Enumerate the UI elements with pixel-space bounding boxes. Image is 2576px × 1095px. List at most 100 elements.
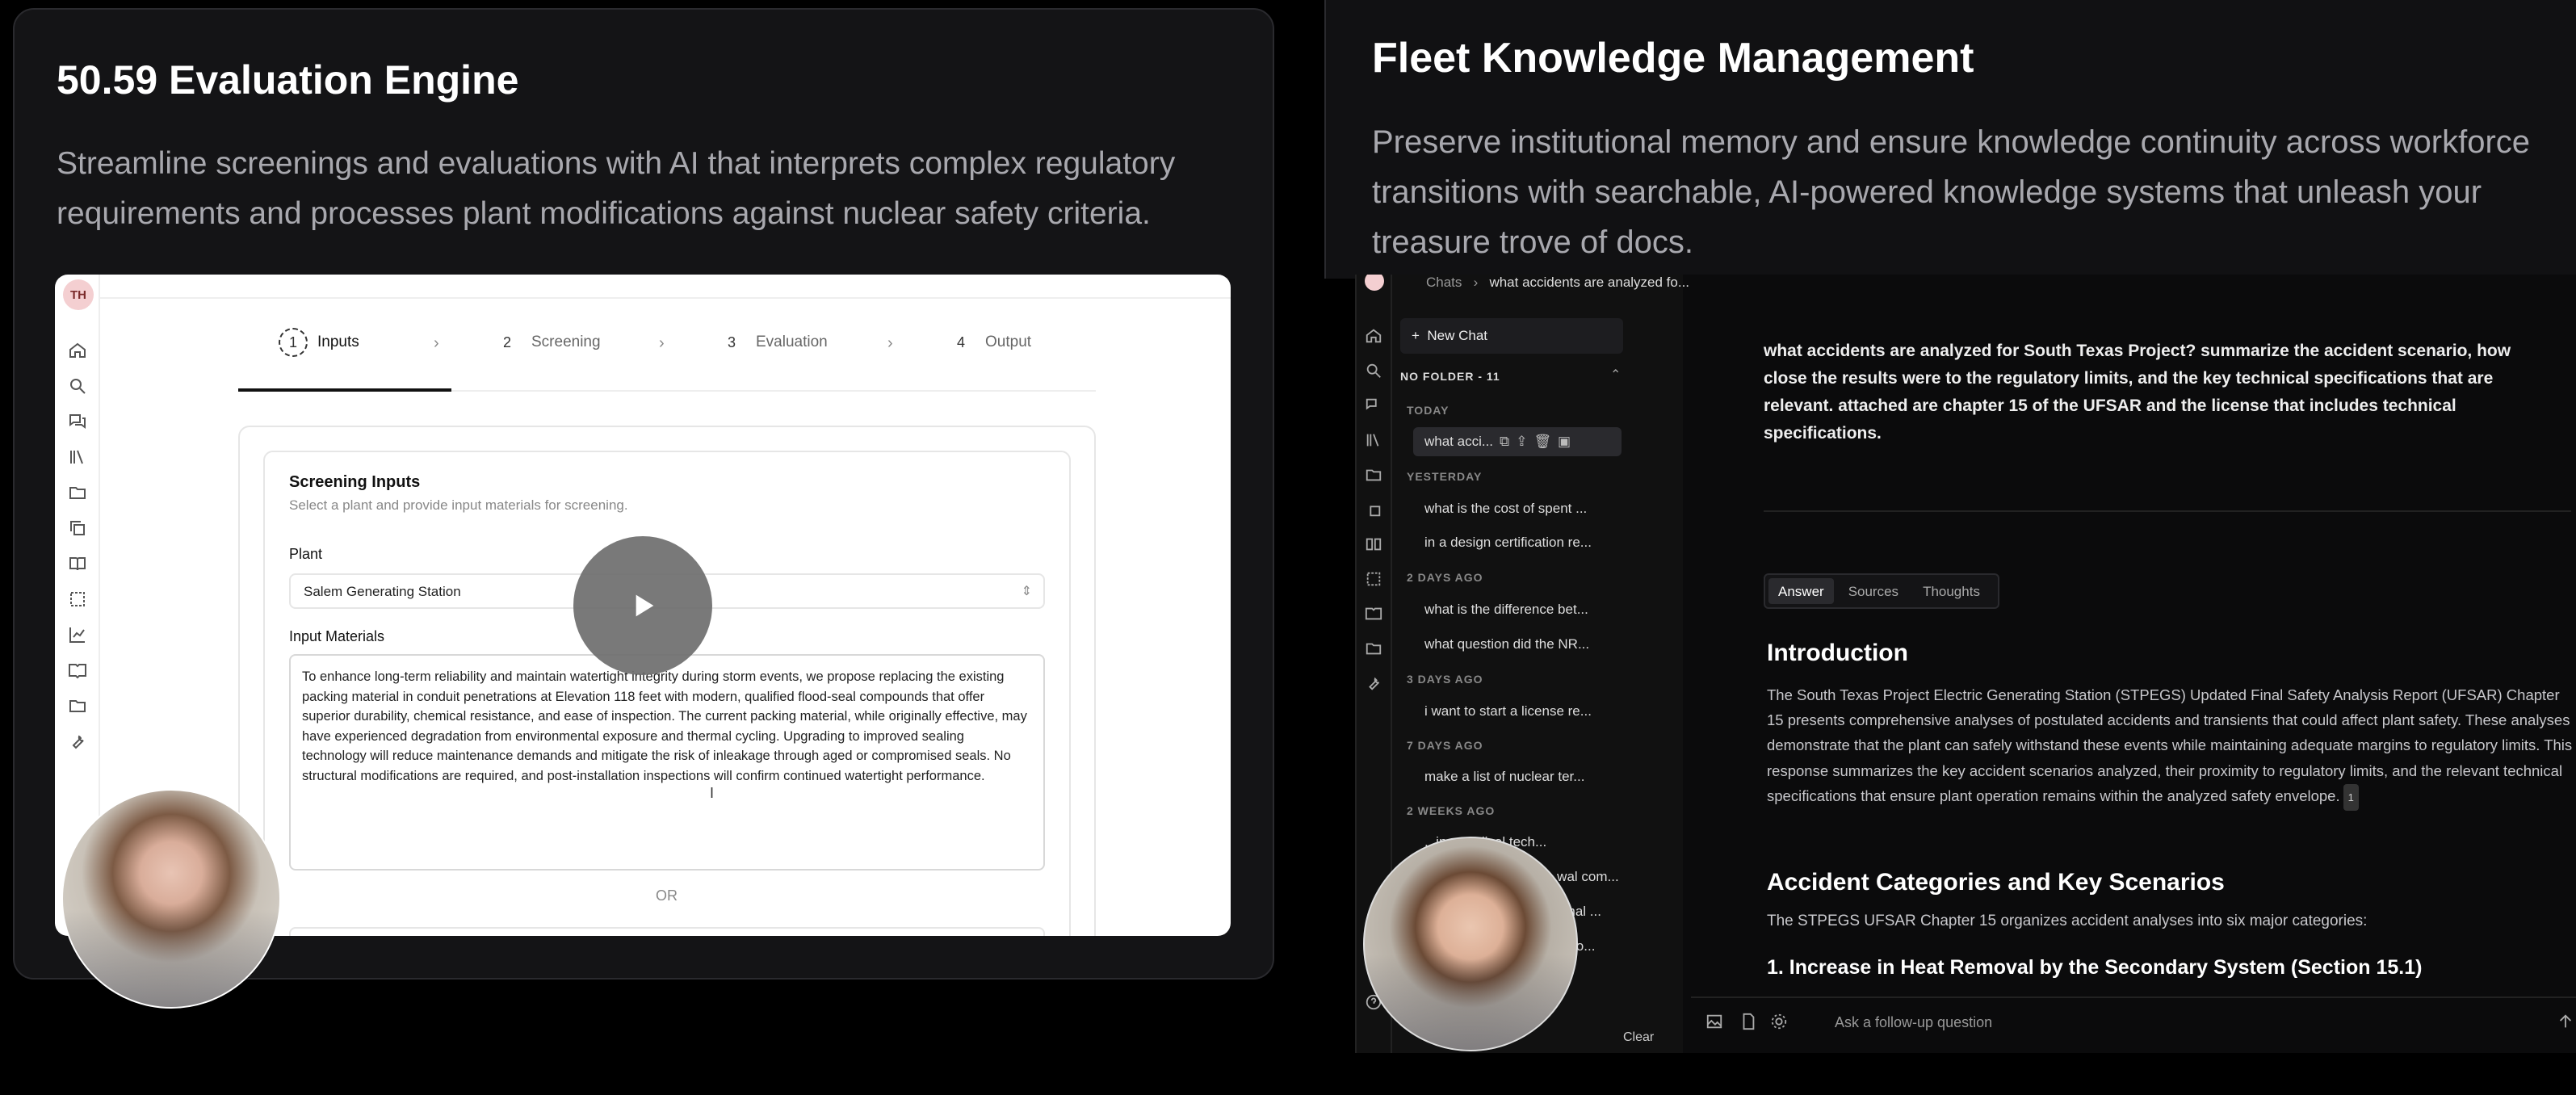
- share-icon[interactable]: ⇪: [1516, 434, 1527, 450]
- group-label: 2 WEEKS AGO: [1407, 804, 1496, 817]
- avatar[interactable]: TH: [63, 279, 94, 310]
- clear-button[interactable]: Clear: [1623, 1030, 1654, 1045]
- wrench-icon[interactable]: [1365, 674, 1382, 692]
- open-book-icon[interactable]: [68, 661, 87, 680]
- library-icon[interactable]: [1365, 431, 1382, 449]
- text-cursor-icon: I: [710, 785, 715, 801]
- step-label: Inputs: [317, 334, 359, 350]
- or-divider-label: OR: [656, 887, 678, 904]
- step-number: 1: [279, 328, 308, 357]
- home-icon[interactable]: [1365, 327, 1382, 345]
- folder-open-icon[interactable]: [1365, 640, 1382, 657]
- new-chat-label: New Chat: [1427, 328, 1488, 343]
- group-label: YESTERDAY: [1407, 470, 1483, 483]
- copy-icon[interactable]: [68, 518, 87, 538]
- step-evaluation[interactable]: 3 Evaluation: [717, 328, 828, 357]
- book-icon[interactable]: [1365, 535, 1382, 553]
- library-icon[interactable]: [68, 447, 87, 467]
- citation-badge[interactable]: 1: [2343, 783, 2359, 812]
- chat-item-selected[interactable]: what acci... ⧉ ⇪ 🗑 ▣: [1413, 427, 1622, 456]
- top-divider: [100, 297, 1231, 299]
- card-subtitle: Select a plant and provide input materia…: [289, 497, 628, 513]
- scan-icon[interactable]: [1365, 570, 1382, 588]
- chat-item-label: what acci...: [1424, 434, 1494, 449]
- folder-icon[interactable]: [68, 483, 87, 502]
- group-label: TODAY: [1407, 404, 1450, 417]
- right-panel-description: Preserve institutional memory and ensure…: [1372, 124, 2531, 260]
- step-screening[interactable]: 2 Screening: [493, 328, 601, 357]
- folder-icon[interactable]: [1365, 466, 1382, 484]
- step-label: Evaluation: [756, 334, 828, 350]
- left-panel-description: Streamline screenings and evaluations wi…: [57, 146, 1176, 231]
- answer-tabs: Answer Sources Thoughts: [1764, 573, 1999, 609]
- tab-answer[interactable]: Answer: [1768, 578, 1834, 604]
- trash-icon[interactable]: 🗑: [1533, 434, 1551, 450]
- tab-sources[interactable]: Sources: [1839, 578, 1908, 604]
- section-heading-introduction: Introduction: [1767, 640, 1908, 666]
- home-icon[interactable]: [68, 341, 87, 360]
- chat-item[interactable]: what question did the NR...: [1424, 636, 1589, 652]
- categories-paragraph: The STPEGS UFSAR Chapter 15 organizes ac…: [1767, 912, 2368, 929]
- wrench-icon[interactable]: [68, 732, 87, 751]
- folder-header[interactable]: NO FOLDER - 11: [1400, 370, 1500, 383]
- folder-open-icon[interactable]: [68, 696, 87, 715]
- breadcrumb-root[interactable]: Chats: [1426, 275, 1462, 290]
- play-button[interactable]: [573, 536, 712, 675]
- chat-item[interactable]: what is the difference bet...: [1424, 602, 1588, 618]
- chevron-right-icon: ›: [659, 334, 665, 352]
- settings-icon[interactable]: [1770, 1013, 1788, 1030]
- card-title: Screening Inputs: [289, 473, 421, 491]
- copy-icon[interactable]: [1365, 501, 1382, 518]
- avatar[interactable]: [1365, 275, 1384, 291]
- step-inputs[interactable]: 1 Inputs: [279, 328, 359, 357]
- tab-thoughts[interactable]: Thoughts: [1913, 578, 1990, 604]
- breadcrumb-separator: ›: [1473, 275, 1479, 290]
- follow-up-input[interactable]: Ask a follow-up question: [1835, 1014, 1992, 1031]
- group-label: 7 DAYS AGO: [1407, 739, 1483, 752]
- search-icon[interactable]: [1365, 362, 1382, 380]
- chat-item[interactable]: i want to start a license re...: [1424, 703, 1592, 720]
- chevron-up-icon[interactable]: ⌃: [1610, 367, 1621, 383]
- introduction-text: The South Texas Project Electric Generat…: [1767, 686, 2573, 804]
- presenter-webcam-left: [61, 789, 281, 1009]
- book-icon[interactable]: [68, 554, 87, 573]
- chart-icon[interactable]: [68, 625, 87, 644]
- chat-main: what accidents are analyzed for South Te…: [1683, 275, 2576, 1053]
- stepper-active-indicator: [238, 388, 451, 392]
- input-materials-textarea[interactable]: To enhance long-term reliability and mai…: [289, 654, 1045, 871]
- scan-icon[interactable]: [68, 589, 87, 609]
- plant-select-value: Salem Generating Station: [304, 584, 461, 599]
- chevron-right-icon: ›: [434, 334, 439, 352]
- chat-item[interactable]: what is the cost of spent ...: [1424, 501, 1587, 517]
- move-folder-icon[interactable]: ⧉: [1500, 434, 1509, 450]
- image-attach-icon[interactable]: [1705, 1013, 1723, 1030]
- step-label: Output: [985, 334, 1032, 350]
- search-icon[interactable]: [68, 376, 87, 396]
- open-book-icon[interactable]: [1365, 605, 1382, 623]
- follow-up-bar: [1691, 996, 2576, 1043]
- introduction-paragraph: The South Texas Project Electric Generat…: [1767, 682, 2574, 812]
- step-number: 4: [956, 334, 965, 350]
- chat-item[interactable]: in a design certification re...: [1424, 535, 1592, 551]
- chats-icon[interactable]: [68, 412, 87, 431]
- chats-icon[interactable]: [1365, 396, 1382, 414]
- group-label: 3 DAYS AGO: [1407, 673, 1483, 686]
- divider: [1764, 510, 2571, 512]
- group-label: 2 DAYS AGO: [1407, 571, 1483, 584]
- select-arrows-icon: ⇕: [1021, 585, 1032, 598]
- right-feature-panel: Fleet Knowledge Management Preserve inst…: [1324, 0, 2576, 279]
- archive-icon[interactable]: ▣: [1558, 434, 1571, 450]
- document-attach-icon[interactable]: [1739, 1013, 1757, 1030]
- right-panel-title: Fleet Knowledge Management: [1372, 35, 1974, 82]
- step-label: Screening: [531, 334, 601, 350]
- plant-label: Plant: [289, 546, 323, 562]
- send-arrow-icon[interactable]: [2557, 1013, 2574, 1030]
- chat-item[interactable]: make a list of nuclear ter...: [1424, 769, 1584, 785]
- section-heading-categories: Accident Categories and Key Scenarios: [1767, 869, 2225, 896]
- upload-area[interactable]: [289, 927, 1045, 936]
- new-chat-button[interactable]: + New Chat: [1400, 318, 1623, 354]
- chevron-right-icon: ›: [887, 334, 893, 352]
- user-question: what accidents are analyzed for South Te…: [1764, 342, 2511, 443]
- step-output[interactable]: 4 Output: [946, 328, 1031, 357]
- presenter-webcam-right: [1363, 837, 1578, 1051]
